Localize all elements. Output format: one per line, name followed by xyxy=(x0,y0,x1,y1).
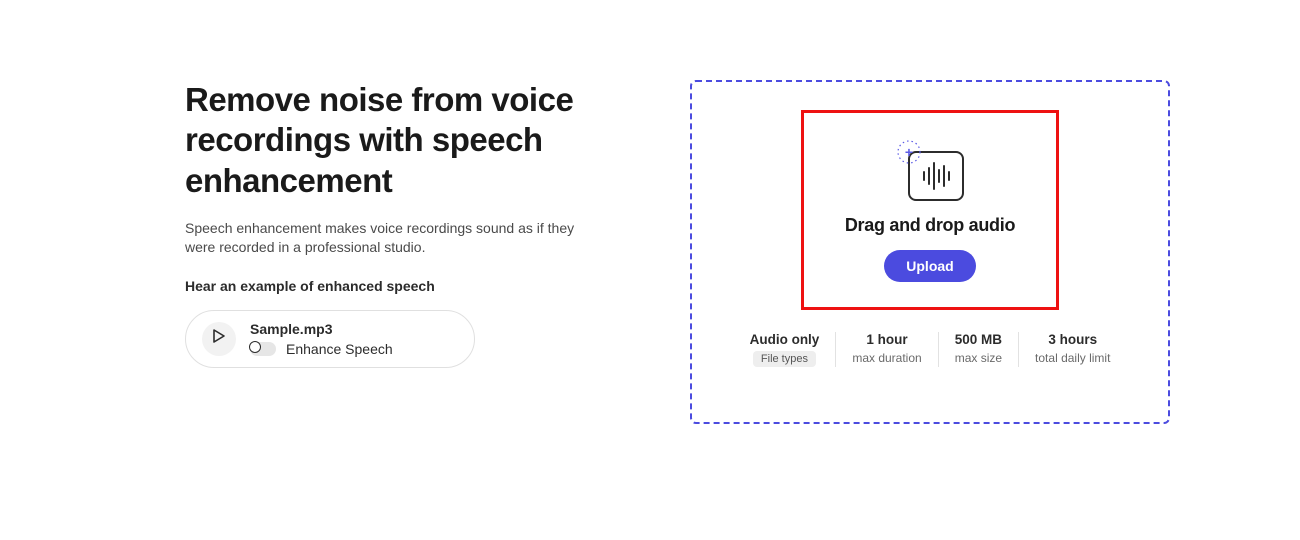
sample-player: Sample.mp3 Enhance Speech xyxy=(185,310,475,368)
page-root: Remove noise from voice recordings with … xyxy=(0,0,1300,540)
example-label: Hear an example of enhanced speech xyxy=(185,278,590,294)
page-title: Remove noise from voice recordings with … xyxy=(185,80,590,201)
file-types-tag[interactable]: File types xyxy=(753,351,816,367)
upload-box-highlight: + Drag and drop audio Upload xyxy=(801,110,1059,310)
enhance-toggle[interactable] xyxy=(250,342,276,356)
upload-icon: + xyxy=(890,139,970,201)
page-description: Speech enhancement makes voice recording… xyxy=(185,219,575,258)
spec-bot: max size xyxy=(955,351,1002,365)
spec-max-duration: 1 hour max duration xyxy=(836,332,938,367)
toggle-knob xyxy=(249,341,261,353)
enhance-row: Enhance Speech xyxy=(250,341,393,357)
spec-top: Audio only xyxy=(750,332,820,347)
add-icon: + xyxy=(896,139,922,165)
spec-max-size: 500 MB max size xyxy=(939,332,1019,367)
spec-audio-only: Audio only File types xyxy=(734,332,837,367)
sample-filename: Sample.mp3 xyxy=(250,321,393,337)
sample-body: Sample.mp3 Enhance Speech xyxy=(250,321,393,357)
spec-daily-limit: 3 hours total daily limit xyxy=(1019,332,1126,367)
left-column: Remove noise from voice recordings with … xyxy=(185,80,590,480)
specs-row: Audio only File types 1 hour max duratio… xyxy=(718,332,1142,367)
play-button[interactable] xyxy=(202,322,236,356)
dropzone[interactable]: + Drag and drop audio Upload Audio only … xyxy=(690,80,1170,424)
enhance-label: Enhance Speech xyxy=(286,341,393,357)
spec-top: 500 MB xyxy=(955,332,1002,347)
spec-bot: max duration xyxy=(852,351,921,365)
play-icon xyxy=(213,329,225,348)
drag-drop-text: Drag and drop audio xyxy=(845,215,1015,236)
right-column: + Drag and drop audio Upload Audio only … xyxy=(690,80,1240,480)
upload-button[interactable]: Upload xyxy=(884,250,975,282)
spec-top: 1 hour xyxy=(866,332,907,347)
spec-top: 3 hours xyxy=(1048,332,1097,347)
spec-bot: total daily limit xyxy=(1035,351,1110,365)
